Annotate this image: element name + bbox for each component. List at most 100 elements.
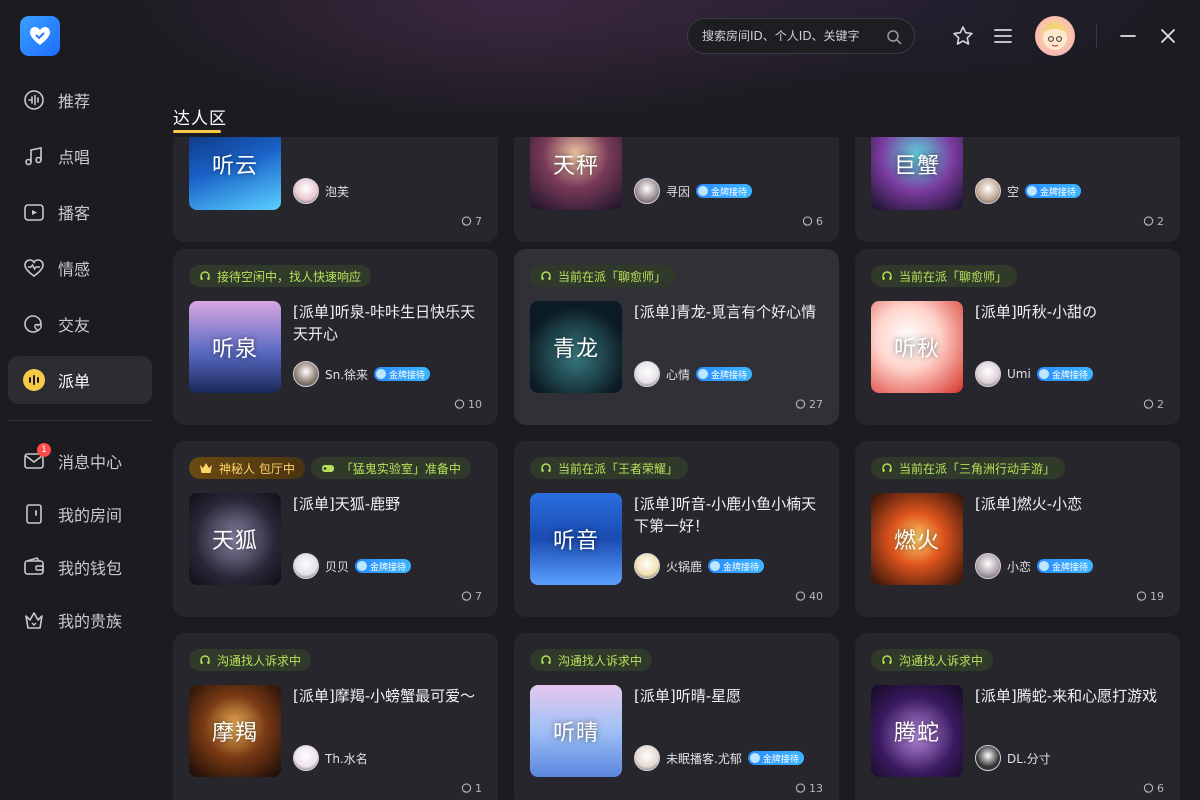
chat-icon [795,783,806,794]
host-name: 贝贝 [325,559,350,574]
search-input[interactable] [702,29,882,43]
cover-text: 听晴 [552,721,599,746]
room-title: [派单]听晴-星愿 [634,687,742,705]
host-avatar[interactable] [634,553,660,579]
badge-label: 金牌接待 [1051,370,1088,381]
sidebar-item-label: 派单 [58,372,91,391]
host-avatar[interactable] [975,745,1001,771]
room-card[interactable]: 接待空闲中，找人快速响应 听泉 [派单]听泉-咔咔生日快乐天天开心 Sn.徐来 金牌接待… [173,249,498,425]
badge-gem-icon [1038,369,1049,379]
room-card[interactable]: 巨蟹 瞬空 金牌接待 2 [855,137,1180,242]
room-cover-image[interactable]: 巨蟹 [871,137,963,210]
chat-icon [795,591,806,602]
room-cover-image[interactable]: 听秋 [871,301,963,393]
menu-button[interactable] [991,24,1015,48]
host-avatar[interactable] [634,361,660,387]
room-card[interactable]: 当前在派「聊愈师」 青龙 [派单]青龙-覓言有个好心情 心情 金牌接待 27 [514,249,839,425]
host-avatar[interactable] [293,553,319,579]
headset-icon [199,654,211,666]
sidebar-item-my-room[interactable]: 我的房间 [8,490,152,538]
minimize-button[interactable] [1116,24,1140,48]
sidebar-item-dispatch[interactable]: 派单 [8,356,152,404]
host-avatar[interactable] [293,178,319,204]
app-logo[interactable] [20,16,60,56]
room-tags: 沟通找人诉求中 [189,649,312,671]
headset-icon [199,270,211,282]
listener-count: 13 [795,782,823,795]
host-name: DL.分寸 [1007,751,1051,766]
room-card[interactable]: 神秘人 包厅中 「猛鬼实验室」准备中 天狐 [派单]天狐-鹿野 贝贝 金牌接待 7 [173,441,498,617]
count-value: 19 [1150,590,1164,603]
gold-reception-badge: 金牌接待 [355,559,412,573]
room-card[interactable]: 沟通找人诉求中 摩羯 [派单]摩羯-小螃蟹最可爱～ Th.水名 1 [173,633,498,800]
host-avatar[interactable] [293,745,319,771]
host-name: Umi [1007,367,1031,381]
search-box[interactable] [687,18,915,54]
sidebar-item-recommend[interactable]: 推荐 [8,76,152,124]
listener-count: 27 [795,398,823,411]
room-cover-image[interactable]: 天秤 [530,137,622,210]
host-avatar[interactable] [293,361,319,387]
room-cover-image[interactable]: 听泉 [189,301,281,393]
room-card[interactable]: 沟通找人诉求中 听晴 [派单]听晴-星愿 未眠播客.尤郁 金牌接待 13 [514,633,839,800]
gamepad-icon [321,462,335,474]
close-icon [1161,29,1175,43]
sidebar-item-podcast[interactable]: 播客 [8,188,152,236]
chat-icon [1143,399,1154,410]
room-title: [派单]摩羯-小螃蟹最可爱～ [293,687,476,705]
close-button[interactable] [1156,24,1180,48]
host-avatar[interactable] [634,178,660,204]
room-card[interactable]: 当前在派「三角洲行动手游」 燃火 [派单]燃火-小恋 小恋 金牌接待 19 [855,441,1180,617]
sidebar-item-label: 推荐 [58,92,91,111]
host-avatar[interactable] [975,178,1001,204]
tag-label: 当前在派「聊愈师」 [558,269,667,284]
room-cover-image[interactable]: 腾蛇 [871,685,963,777]
host-avatar[interactable] [975,361,1001,387]
room-card[interactable]: 沟通找人诉求中 腾蛇 [派单]腾蛇-来和心愿打游戏 DL.分寸 6 [855,633,1180,800]
sidebar-item-nobility[interactable]: 我的贵族 [8,596,152,644]
room-card[interactable]: 当前在派「王者荣耀」 听音 [派单]听音-小鹿小鱼小楠天下第一好！ 火锅鹿 金牌接待 40 [514,441,839,617]
sidebar-item-label: 我的贵族 [58,612,123,631]
gold-reception-badge: 金牌接待 [1036,367,1093,381]
sidebar-item-emotion[interactable]: 情感 [8,244,152,292]
waveform-icon [22,88,46,112]
user-avatar[interactable] [1035,16,1075,56]
sidebar-item-song[interactable]: 点唱 [8,132,152,180]
tag-label: 当前在派「三角洲行动手游」 [899,461,1056,476]
room-title: [派单]天狐-鹿野 [293,495,401,513]
room-cover-image[interactable]: 听音 [530,493,622,585]
status-tag: 当前在派「聊愈师」 [871,265,1018,287]
room-host: Umi 金牌接待 [975,361,1093,387]
room-cover-image[interactable]: 燃火 [871,493,963,585]
room-cover-image[interactable]: 摩羯 [189,685,281,777]
section-title[interactable]: 达人区 [173,104,227,129]
room-cover-image[interactable]: 听晴 [530,685,622,777]
search-icon[interactable] [886,29,902,49]
cover-text: 天狐 [211,529,258,554]
sidebar-item-wallet[interactable]: 我的钱包 [8,543,152,591]
room-host: 贝贝 金牌接待 [293,553,412,579]
gold-reception-badge: 金牌接待 [1037,559,1094,573]
sidebar-divider [8,420,152,421]
room-card[interactable]: 听云 蝶入春芳泡芙 7 [173,137,498,242]
gold-reception-badge: 金牌接待 [696,367,753,381]
dispatch-icon [22,368,46,392]
sidebar-item-messages[interactable]: 1 消息中心 [8,437,152,485]
room-card[interactable]: 天秤 寻因 金牌接待 6 [514,137,839,242]
room-title: [派单]听音-小鹿小鱼小楠天下第一好！ [634,495,817,535]
host-avatar[interactable] [634,745,660,771]
room-cover-image[interactable]: 听云 [189,137,281,210]
minimize-icon [1120,35,1136,37]
favorite-button[interactable] [951,24,975,48]
room-tags: 当前在派「聊愈师」 [530,265,677,287]
room-card[interactable]: 当前在派「聊愈师」 听秋 [派单]听秋-小甜の Umi 金牌接待 2 [855,249,1180,425]
listener-count: 1 [461,782,482,795]
badge-gem-icon [376,369,387,379]
room-cover-image[interactable]: 青龙 [530,301,622,393]
video-icon [22,200,46,224]
sidebar-item-friends[interactable]: 交友 [8,300,152,348]
wallet-icon [22,555,46,579]
host-avatar[interactable] [975,553,1001,579]
room-cover-image[interactable]: 天狐 [189,493,281,585]
host-name: 火锅鹿 [666,559,703,574]
